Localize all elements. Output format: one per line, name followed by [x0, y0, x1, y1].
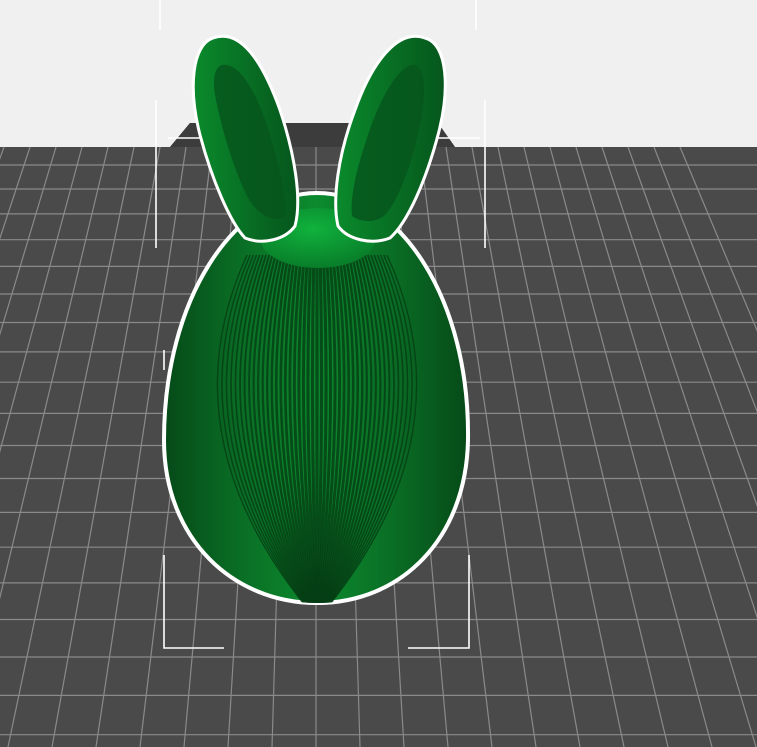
- scene-canvas[interactable]: [0, 0, 757, 747]
- 3d-viewport[interactable]: [0, 0, 757, 747]
